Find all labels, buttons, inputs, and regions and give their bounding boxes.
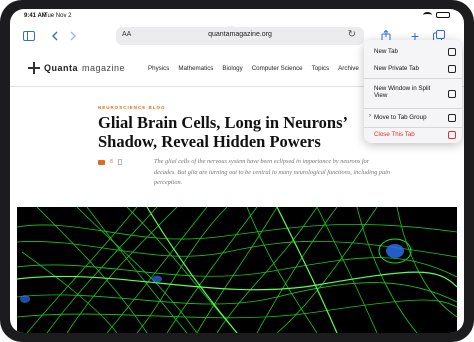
- bookmark-icon[interactable]: [117, 159, 122, 165]
- nav-topics[interactable]: Topics: [312, 65, 330, 72]
- private-tab-icon: [448, 65, 456, 73]
- article-title: Glial Brain Cells, Long in Neurons’ Shad…: [98, 113, 347, 151]
- new-tab-icon: [448, 48, 456, 56]
- hero-image-glial-cells: [17, 207, 457, 333]
- url-text[interactable]: quantamagazine.org: [116, 31, 364, 38]
- nav-computer-science[interactable]: Computer Science: [252, 65, 303, 72]
- menu-item-new-tab[interactable]: New Tab: [364, 44, 462, 60]
- menu-separator: [364, 108, 462, 109]
- sidebar-icon[interactable]: [22, 29, 36, 43]
- chevron-right-icon: ›: [369, 113, 371, 119]
- close-tab-icon: [448, 131, 456, 139]
- screen: 9:41 AM Tue Nov 2 ··· AA quantamagazine.…: [10, 9, 464, 333]
- menu-item-split-view[interactable]: New Window in Split View: [364, 81, 462, 107]
- chevron-left-icon[interactable]: [48, 29, 62, 43]
- status-right: [423, 12, 450, 18]
- wifi-icon: [423, 12, 432, 18]
- logo-text-light: magazine: [82, 63, 126, 73]
- site-logo[interactable]: Quanta magazine: [28, 62, 125, 74]
- chevron-right-icon[interactable]: [66, 29, 80, 43]
- menu-separator: [364, 78, 462, 79]
- move-to-group-icon: [448, 114, 456, 122]
- status-bar: 9:41 AM Tue Nov 2: [10, 9, 464, 23]
- comment-count[interactable]: 8: [110, 159, 113, 165]
- battery-icon: [436, 12, 450, 18]
- article-meta: 8: [98, 159, 122, 165]
- nav-physics[interactable]: Physics: [148, 65, 169, 72]
- status-date: Tue Nov 2: [44, 13, 72, 19]
- ipad-frame: 9:41 AM Tue Nov 2 ··· AA quantamagazine.…: [0, 0, 474, 342]
- menu-item-move-to-tab-group[interactable]: › Move to Tab Group: [364, 110, 462, 126]
- menu-item-close-this-tab[interactable]: Close This Tab: [364, 127, 462, 143]
- nav-mathematics[interactable]: Mathematics: [178, 65, 213, 72]
- reload-icon[interactable]: ↻: [348, 29, 356, 40]
- menu-item-new-private-tab[interactable]: New Private Tab: [364, 61, 462, 77]
- address-bar[interactable]: AA quantamagazine.org ↻: [116, 27, 364, 45]
- quanta-logo-icon: [28, 62, 40, 74]
- article-kicker[interactable]: NEUROSCIENCE BLOG: [98, 105, 166, 110]
- nav-biology[interactable]: Biology: [222, 65, 242, 72]
- new-tab-menu: New Tab New Private Tab New Window in Sp…: [364, 40, 462, 143]
- split-view-icon: [448, 90, 456, 98]
- logo-text-bold: Quanta: [44, 63, 79, 73]
- comment-icon[interactable]: [98, 159, 105, 165]
- nav-archive[interactable]: Archive: [338, 65, 359, 72]
- glial-cells-illustration: [17, 207, 457, 333]
- article-summary: The glial cells of the nervous system ha…: [154, 158, 390, 186]
- site-nav: Physics Mathematics Biology Computer Sci…: [148, 65, 359, 72]
